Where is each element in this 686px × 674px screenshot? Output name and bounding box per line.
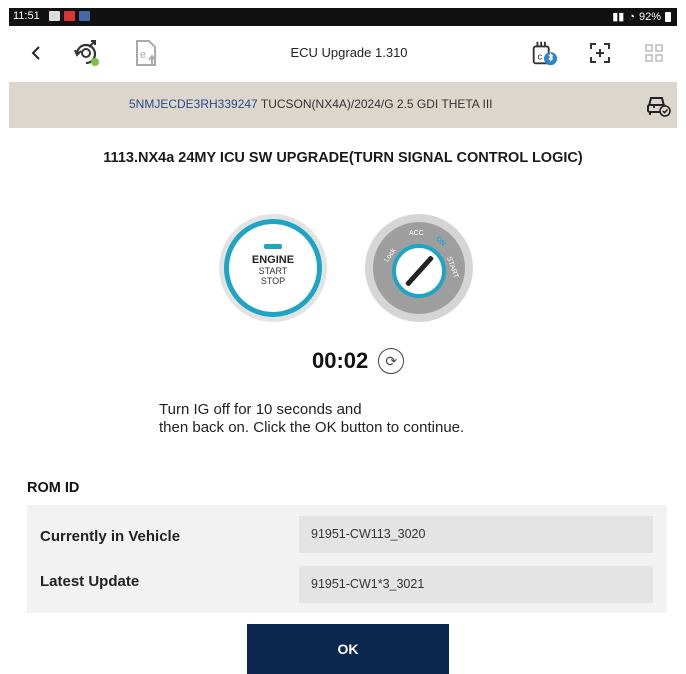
vehicle-info-bar: 5NMJECDE3RH339247 TUCSON(NX4A)/2024/G 2.… [9,82,677,128]
ok-button[interactable]: OK [247,624,449,674]
timer-row: 00:02 ⟳ [312,348,405,374]
countdown-timer: 00:02 [312,348,369,373]
current-rom-label: Currently in Vehicle [40,528,181,545]
battery-level: 92% [638,10,661,23]
engine-start-stop-button: ENGINE START STOP [219,214,327,322]
grid-menu-icon[interactable] [639,38,669,68]
key-position-start: START [445,255,460,280]
current-rom-value: 91951-CW113_3020 [299,516,653,553]
vin-number: 5NMJECDE3RH339247 [129,97,258,111]
news-icon [64,11,75,21]
status-bar: 11:51 ▮▮ ◔ 92% [9,8,677,26]
e-document-icon[interactable]: e [131,38,161,68]
vehicle-description: TUCSON(NX4A)/2024/G 2.5 GDI THETA III [260,97,493,111]
app-frame: 11:51 ▮▮ ◔ 92% e ECU Upgrade 1.310 c 5NM… [9,8,677,674]
gallery-icon [49,11,60,21]
latest-rom-label: Latest Update [40,573,140,590]
ignition-key-icon: Lock ACC ON START [365,214,473,322]
bluetooth-vci-icon[interactable]: c [529,38,559,68]
latest-rom-value: 91951-CW1*3_3021 [299,566,653,603]
signal-icon: ▮▮ [612,11,625,23]
back-button[interactable] [21,38,51,68]
instruction-text: Turn IG off for 10 seconds and then back… [159,401,464,437]
app-icon [79,11,90,21]
status-right: ▮▮ ◔ 92% [612,10,671,23]
svg-text:c: c [537,52,542,62]
status-time: 11:51 [13,10,40,22]
page-title: ECU Upgrade 1.310 [290,45,408,60]
procedure-heading: 1113.NX4a 24MY ICU SW UPGRADE(TURN SIGNA… [103,150,583,166]
toolbar: e ECU Upgrade 1.310 c [9,26,677,82]
engine-indicator [264,244,282,249]
engine-button-face: ENGINE START STOP [224,219,322,317]
battery-icon [665,11,671,22]
instruction-line-1: Turn IG off for 10 seconds and [159,401,362,418]
refresh-icon[interactable]: ⟳ [378,348,405,374]
wifi-icon: ◔ [628,10,635,23]
ignition-cylinder [392,244,446,298]
status-icons [49,11,90,21]
rom-id-title: ROM ID [27,480,80,496]
svg-text:e: e [140,49,146,61]
engine-label: ENGINE [251,254,295,266]
vehicle-info: 5NMJECDE3RH339247 TUCSON(NX4A)/2024/G 2.… [129,97,492,111]
rom-id-table: Currently in Vehicle 91951-CW113_3020 La… [27,505,667,613]
vehicle-check-icon[interactable] [645,93,671,120]
start-label: START [258,266,288,276]
key-position-on: ON [434,235,447,248]
key-slot [404,255,435,287]
instruction-line-2: then back on. Click the OK button to con… [159,419,465,436]
ota-update-icon[interactable] [71,38,101,68]
key-position-acc: ACC [409,230,424,237]
stop-label: STOP [260,276,286,286]
fullscreen-icon[interactable] [585,38,615,68]
